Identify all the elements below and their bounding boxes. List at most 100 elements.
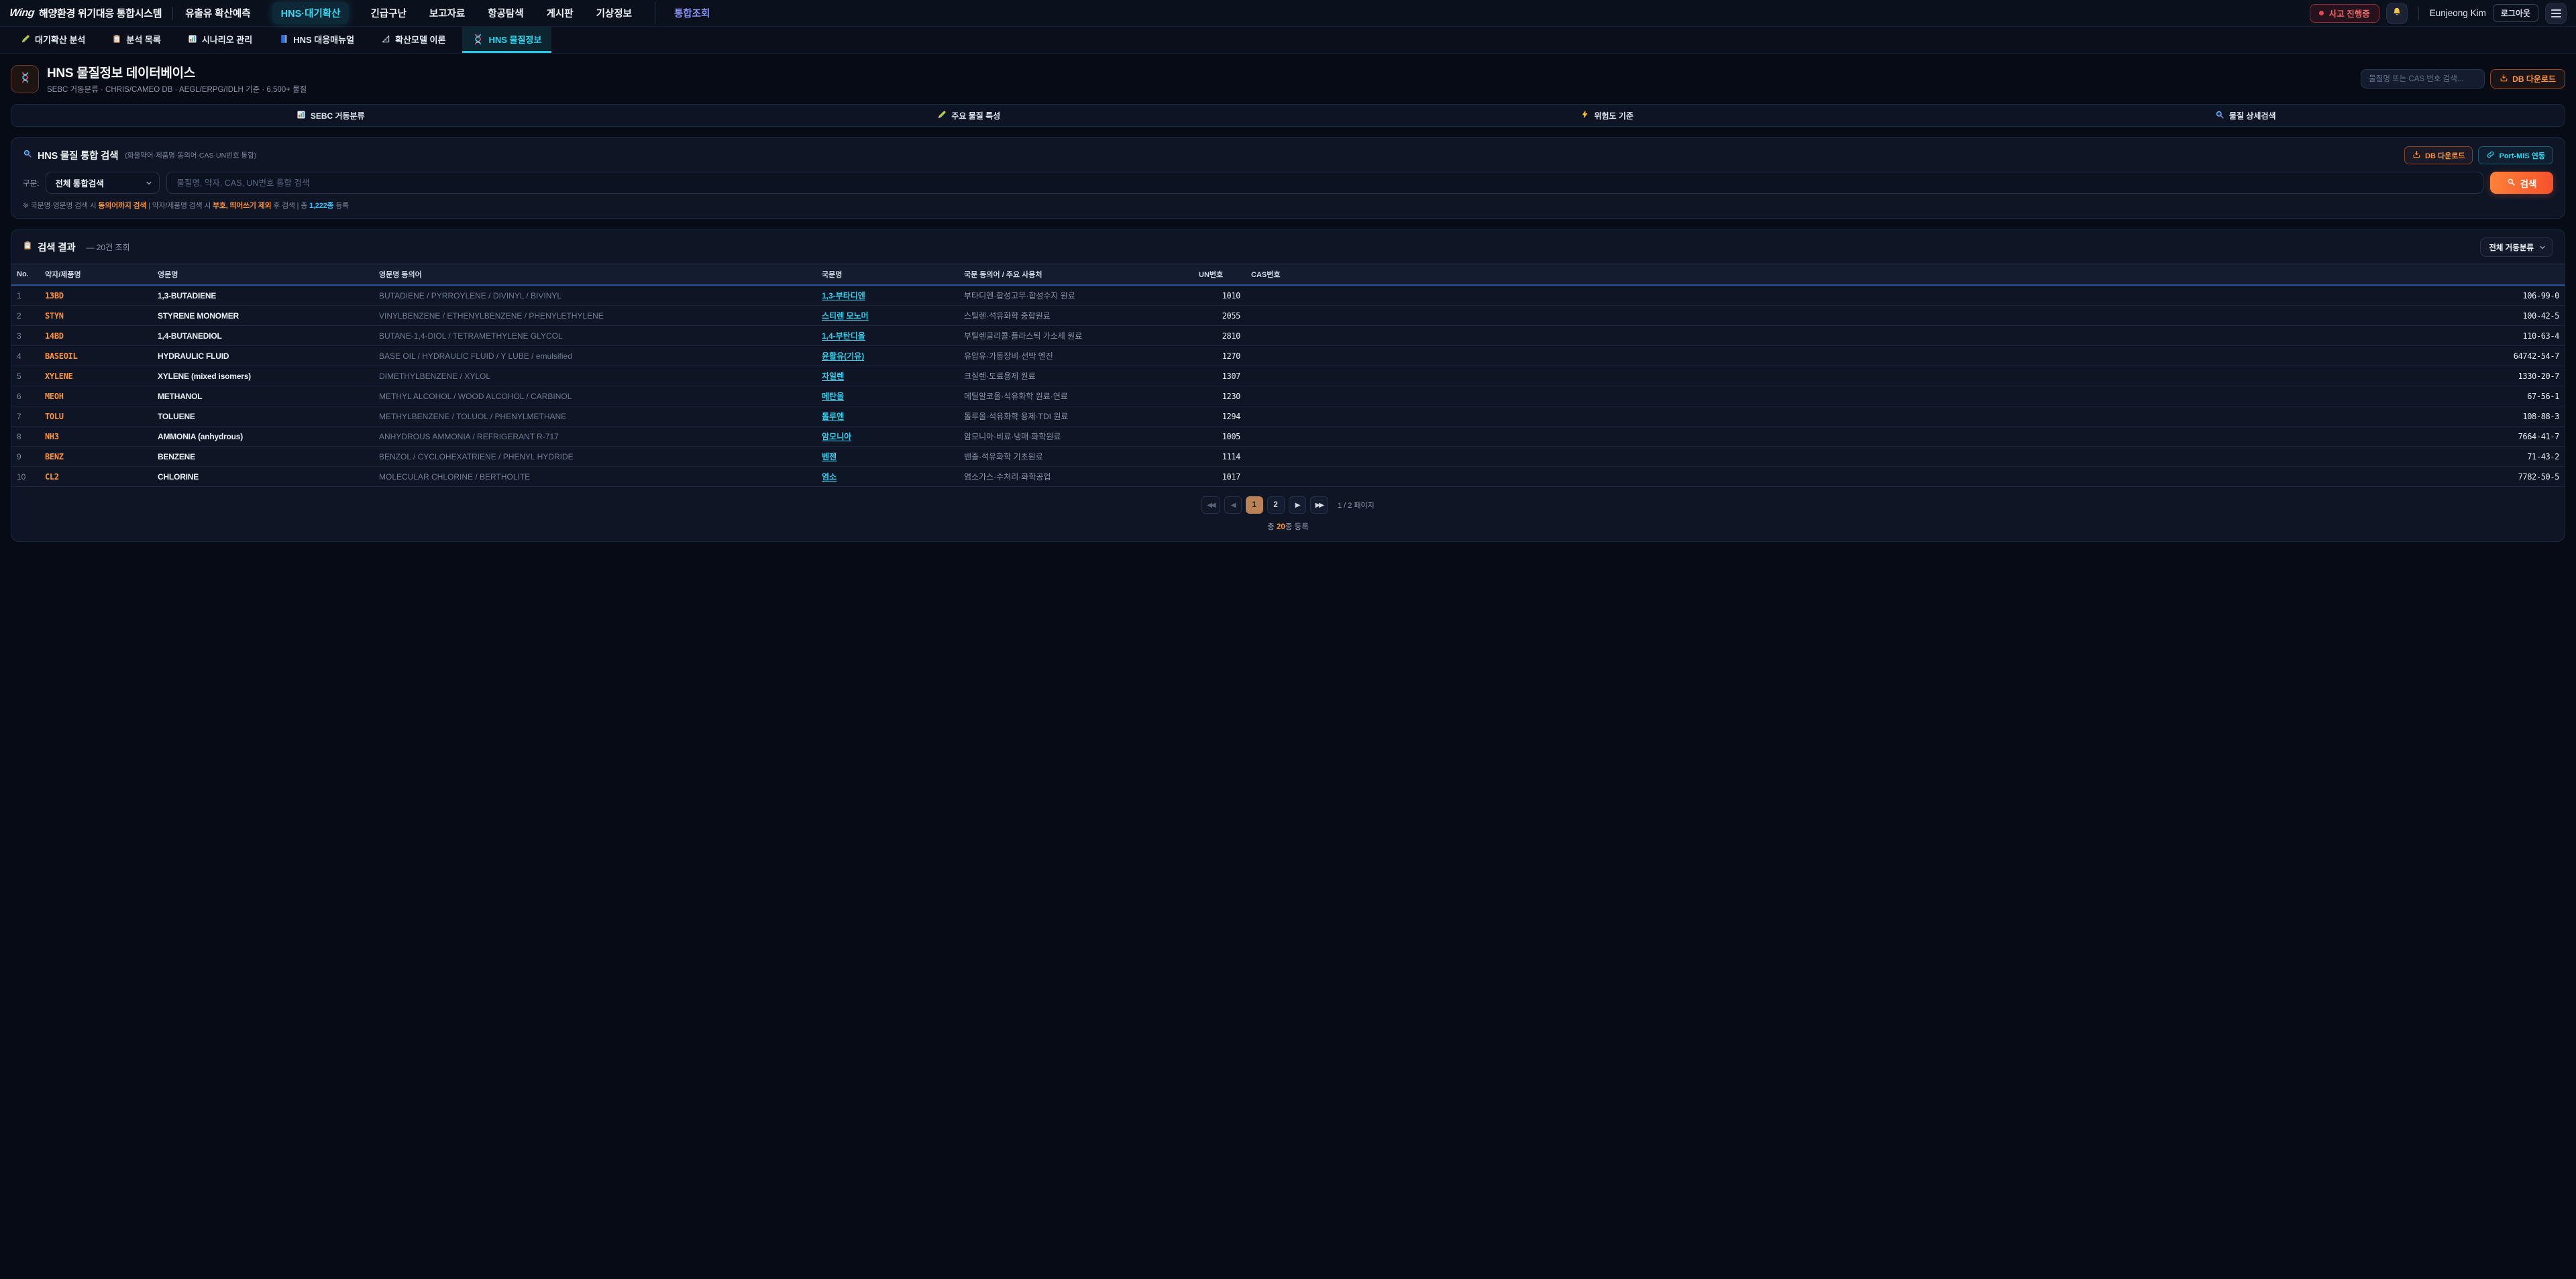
total-count: 20 [1277, 523, 1285, 531]
table-row[interactable]: 8NH3AMMONIA (anhydrous)ANHYDROUS AMMONIA… [11, 427, 2565, 447]
cell-eng-name: BENZENE [152, 447, 374, 467]
app-root: Wing 해양환경 위기대응 통합시스템 유출유 확산예측 HNS·대기확산 긴급구… [0, 0, 2576, 542]
main-nav-item-8[interactable]: 통합조회 [655, 2, 711, 24]
table-row[interactable]: 9BENZBENZENEBENZOL / CYCLOHEXATRIENE / P… [11, 447, 2565, 467]
module-tab-label: 대기확산 분석 [35, 33, 85, 46]
portmis-link-button[interactable]: Port-MIS 연동 [2478, 146, 2553, 164]
status-dot-icon [2319, 11, 2324, 15]
cell-eng-synonyms: MOLECULAR CHLORINE / BERTHOLITE [374, 467, 816, 487]
link-icon [2486, 150, 2495, 161]
main-nav-item-3[interactable]: 긴급구난 [369, 2, 407, 24]
menu-button[interactable] [2545, 3, 2567, 24]
hamburger-icon [2551, 9, 2561, 17]
substance-korean-name-link[interactable]: 염소 [822, 472, 837, 482]
clipboard-icon [112, 34, 121, 44]
bar-chart-icon [188, 34, 197, 44]
pencil-icon [937, 110, 947, 121]
substance-korean-name-link[interactable]: 스티렌 모노머 [822, 311, 869, 321]
unified-search-input[interactable] [166, 172, 2483, 194]
results-title: 검색 결과 [38, 240, 75, 254]
notifications-button[interactable] [2386, 3, 2408, 24]
cell-eng-synonyms: BASE OIL / HYDRAULIC FLUID / Y LUBE / em… [374, 346, 816, 366]
search-card-subtitle: (화물약어·제품명·동의어·CAS·UN번호 통합) [125, 150, 256, 160]
main-nav-item-6[interactable]: 게시판 [545, 2, 575, 24]
search-button[interactable]: 검색 [2490, 172, 2553, 194]
behavior-filter-select[interactable]: 전체 거동분류 [2480, 237, 2553, 257]
cell-un-number: 2055 [1193, 306, 1246, 326]
module-tab-4[interactable]: HNS 대응매뉴얼 [269, 27, 364, 53]
pagination-next-button[interactable]: ▶ [1289, 496, 1306, 514]
incident-status-badge[interactable]: 사고 진행중 [2310, 4, 2379, 23]
page-title: HNS 물질정보 데이터베이스 [47, 63, 307, 81]
cell-kor-name: 벤젠 [816, 447, 959, 467]
pagination-page-2[interactable]: 2 [1267, 496, 1285, 514]
cell-cas-number: 67-56-1 [1246, 386, 2565, 406]
module-tab-3[interactable]: 시나리오 관리 [178, 27, 262, 53]
cell-un-number: 1230 [1193, 386, 1246, 406]
module-tab-6[interactable]: HNS 물질정보 [462, 27, 551, 53]
cell-eng-synonyms: METHYLBENZENE / TOLUOL / PHENYLMETHANE [374, 406, 816, 427]
module-tab-label: 분석 목록 [126, 33, 160, 46]
quick-nav-label: 물질 상세검색 [2229, 110, 2276, 121]
table-row[interactable]: 314BD1,4-BUTANEDIOLBUTANE-1,4-DIOL / TET… [11, 326, 2565, 346]
pagination-first-button[interactable]: ◀◀ [1201, 496, 1220, 514]
quick-nav-item-4[interactable]: 물질 상세검색 [1927, 105, 2565, 126]
substance-korean-name-link[interactable]: 윤활유(기유) [822, 351, 864, 361]
substance-korean-name-link[interactable]: 1,3-부타디엔 [822, 291, 865, 300]
user-name: Eunjeong Kim [2430, 8, 2486, 18]
pagination: ◀◀◀12▶▶▶1 / 2 페이지 [11, 496, 2565, 514]
substance-korean-name-link[interactable]: 벤젠 [822, 452, 837, 461]
cell-cas-number: 7664-41-7 [1246, 427, 2565, 447]
table-row[interactable]: 2STYNSTYRENE MONOMERVINYLBENZENE / ETHEN… [11, 306, 2565, 326]
cell-eng-name: AMMONIA (anhydrous) [152, 427, 374, 447]
search-note-segment: | 약자/제품명 검색 시 [146, 202, 213, 210]
header-search-input[interactable] [2361, 69, 2485, 89]
main-nav-item-4[interactable]: 보고자료 [428, 2, 466, 24]
main-nav-item-2[interactable]: HNS·대기확산 [272, 2, 350, 24]
cell-no: 6 [11, 386, 40, 406]
substance-korean-name-link[interactable]: 메탄올 [822, 392, 844, 401]
db-download-button[interactable]: DB 다운로드 [2490, 69, 2565, 89]
module-tab-label: 시나리오 관리 [202, 33, 252, 46]
substance-korean-name-link[interactable]: 톨루엔 [822, 412, 844, 421]
table-row[interactable]: 6MEOHMETHANOLMETHYL ALCOHOL / WOOD ALCOH… [11, 386, 2565, 406]
quick-nav-label: 주요 물질 특성 [951, 110, 1000, 121]
table-row[interactable]: 5XYLENEXYLENE (mixed isomers)DIMETHYLBEN… [11, 366, 2565, 386]
cell-eng-name: CHLORINE [152, 467, 374, 487]
db-download-small-button[interactable]: DB 다운로드 [2404, 146, 2473, 164]
search-note-segment: 부호, 띄어쓰기 제외 [213, 202, 271, 210]
substance-korean-name-link[interactable]: 1,4-부탄디올 [822, 331, 865, 341]
pagination-last-button[interactable]: ▶▶ [1310, 496, 1328, 514]
table-row[interactable]: 10CL2CHLORINEMOLECULAR CHLORINE / BERTHO… [11, 467, 2565, 487]
search-card-title: HNS 물질 통합 검색 [38, 148, 118, 162]
module-tab-2[interactable]: 분석 목록 [102, 27, 170, 53]
magnifier-icon [23, 149, 32, 162]
quick-nav-item-3[interactable]: 위험도 기준 [1288, 105, 1927, 126]
main-nav-item-1[interactable]: 유출유 확산예측 [184, 2, 252, 24]
cell-un-number: 1294 [1193, 406, 1246, 427]
search-note-segment: 등록 [333, 202, 349, 210]
cell-kor-name: 톨루엔 [816, 406, 959, 427]
main-nav-item-7[interactable]: 기상정보 [595, 2, 633, 24]
main-nav-item-5[interactable]: 항공탐색 [486, 2, 525, 24]
pagination-prev-button[interactable]: ◀ [1224, 496, 1242, 514]
cell-abbr: CL2 [40, 467, 152, 487]
table-row[interactable]: 7TOLUTOLUENEMETHYLBENZENE / TOLUOL / PHE… [11, 406, 2565, 427]
download-icon [2500, 74, 2508, 85]
substance-korean-name-link[interactable]: 자일렌 [822, 372, 844, 381]
cell-eng-synonyms: ANHYDROUS AMMONIA / REFRIGERANT R-717 [374, 427, 816, 447]
module-tab-5[interactable]: 확산모델 이론 [371, 27, 455, 53]
pagination-page-1[interactable]: 1 [1246, 496, 1263, 514]
table-row[interactable]: 113BD1,3-BUTADIENEBUTADIENE / PYRROYLENE… [11, 285, 2565, 306]
search-note-segment: ※ 국문명·영문명 검색 시 [23, 202, 99, 210]
module-tab-1[interactable]: 대기확산 분석 [11, 27, 95, 53]
cell-cas-number: 1330-20-7 [1246, 366, 2565, 386]
logout-button[interactable]: 로그아웃 [2493, 4, 2538, 22]
app-logo[interactable]: Wing 해양환경 위기대응 통합시스템 [9, 6, 162, 20]
table-row[interactable]: 4BASEOILHYDRAULIC FLUIDBASE OIL / HYDRAU… [11, 346, 2565, 366]
db-download-small-label: DB 다운로드 [2425, 150, 2465, 161]
quick-nav-item-2[interactable]: 주요 물질 특성 [650, 105, 1289, 126]
search-type-select[interactable]: 전체 통합검색 [46, 172, 160, 194]
quick-nav-item-1[interactable]: SEBC 거동분류 [11, 105, 650, 126]
substance-korean-name-link[interactable]: 암모니아 [822, 432, 851, 441]
